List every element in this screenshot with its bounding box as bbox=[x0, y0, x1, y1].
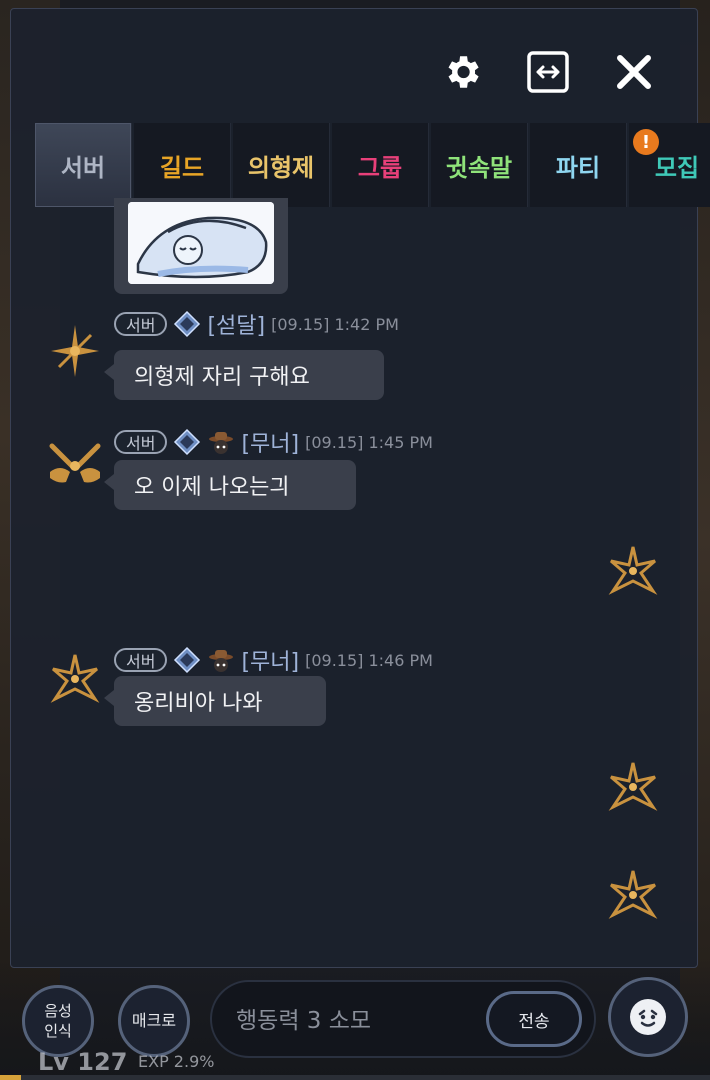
tab-label: 그룹 bbox=[357, 153, 403, 182]
emoticon-button[interactable] bbox=[608, 977, 688, 1057]
guild-emblem-icon bbox=[173, 428, 201, 456]
voice-label-line2: 인식 bbox=[44, 1022, 72, 1040]
tab-2[interactable]: 의형제 bbox=[233, 123, 330, 207]
tab-6[interactable]: 모집! bbox=[629, 123, 710, 207]
emoticon-icon bbox=[630, 999, 666, 1035]
message-bubble: 의형제 자리 구해요 bbox=[104, 350, 384, 400]
channel-badge: 서버 bbox=[114, 648, 168, 672]
avatar-icon[interactable] bbox=[602, 540, 664, 602]
panel-controls bbox=[439, 49, 657, 95]
title-hat-icon bbox=[207, 428, 235, 456]
close-icon[interactable] bbox=[611, 49, 657, 95]
tab-label: 귓속말 bbox=[445, 153, 513, 182]
tab-label: 길드 bbox=[159, 153, 205, 182]
tab-0[interactable]: 서버 bbox=[35, 123, 132, 207]
chat-input-container: 전송 bbox=[210, 980, 596, 1058]
sender-name[interactable]: [무너] bbox=[241, 644, 299, 676]
gear-icon[interactable] bbox=[439, 49, 485, 95]
chat-tabs: 서버 길드 의형제 그룹 귓속말 파티 모집! bbox=[35, 123, 710, 207]
avatar-icon[interactable] bbox=[44, 648, 106, 710]
channel-badge: 서버 bbox=[114, 430, 168, 454]
player-exp: EXP 2.9% bbox=[138, 1052, 215, 1071]
voice-label-line1: 음성 bbox=[44, 1001, 72, 1020]
exp-bar bbox=[0, 1075, 710, 1080]
message-meta: 서버 [무너] [09.15] 1:46 PM bbox=[114, 644, 433, 676]
tab-1[interactable]: 길드 bbox=[134, 123, 231, 207]
tab-label: 모집 bbox=[654, 153, 700, 182]
message-bubble: 오 이제 나오는긔 bbox=[104, 460, 356, 510]
tab-label: 의형제 bbox=[247, 153, 315, 182]
title-hat-icon bbox=[207, 646, 235, 674]
tab-3[interactable]: 그룹 bbox=[332, 123, 429, 207]
message-time: [09.15] 1:46 PM bbox=[305, 650, 433, 670]
sticker-message bbox=[114, 198, 288, 294]
tab-5[interactable]: 파티 bbox=[530, 123, 627, 207]
sender-name[interactable]: [섣달] bbox=[207, 308, 265, 340]
avatar-icon[interactable] bbox=[44, 320, 106, 382]
macro-button[interactable]: 매크로 bbox=[118, 985, 190, 1057]
send-button[interactable]: 전송 bbox=[486, 991, 582, 1047]
send-label: 전송 bbox=[518, 1011, 550, 1032]
avatar-icon[interactable] bbox=[602, 864, 664, 926]
avatar-icon[interactable] bbox=[44, 432, 106, 494]
message-time: [09.15] 1:45 PM bbox=[305, 432, 433, 452]
avatar-icon[interactable] bbox=[602, 756, 664, 818]
chat-input[interactable] bbox=[234, 996, 488, 1046]
sticker-image bbox=[128, 202, 274, 284]
sender-name[interactable]: [무너] bbox=[241, 426, 299, 458]
message-bubble: 옹리비아 나와 bbox=[104, 676, 326, 726]
guild-emblem-icon bbox=[173, 310, 201, 338]
message-meta: 서버 [무너] [09.15] 1:45 PM bbox=[114, 426, 433, 458]
guild-emblem-icon bbox=[173, 646, 201, 674]
message-meta: 서버 [섣달] [09.15] 1:42 PM bbox=[114, 308, 399, 340]
exp-bar-fill bbox=[0, 1075, 21, 1080]
channel-badge: 서버 bbox=[114, 312, 168, 336]
tab-label: 서버 bbox=[60, 153, 106, 182]
player-level: Lv 127 bbox=[38, 1048, 128, 1076]
voice-recognition-button[interactable]: 음성인식 bbox=[22, 985, 94, 1057]
tab-label: 파티 bbox=[555, 153, 601, 182]
notification-badge: ! bbox=[633, 129, 659, 155]
macro-label: 매크로 bbox=[131, 1011, 177, 1031]
tab-4[interactable]: 귓속말 bbox=[431, 123, 528, 207]
message-list[interactable]: 서버 [섣달] [09.15] 1:42 PM 의형제 자리 구해요 서버 [무너] [09… bbox=[10, 198, 698, 958]
resize-icon[interactable] bbox=[525, 49, 571, 95]
message-time: [09.15] 1:42 PM bbox=[271, 314, 399, 334]
